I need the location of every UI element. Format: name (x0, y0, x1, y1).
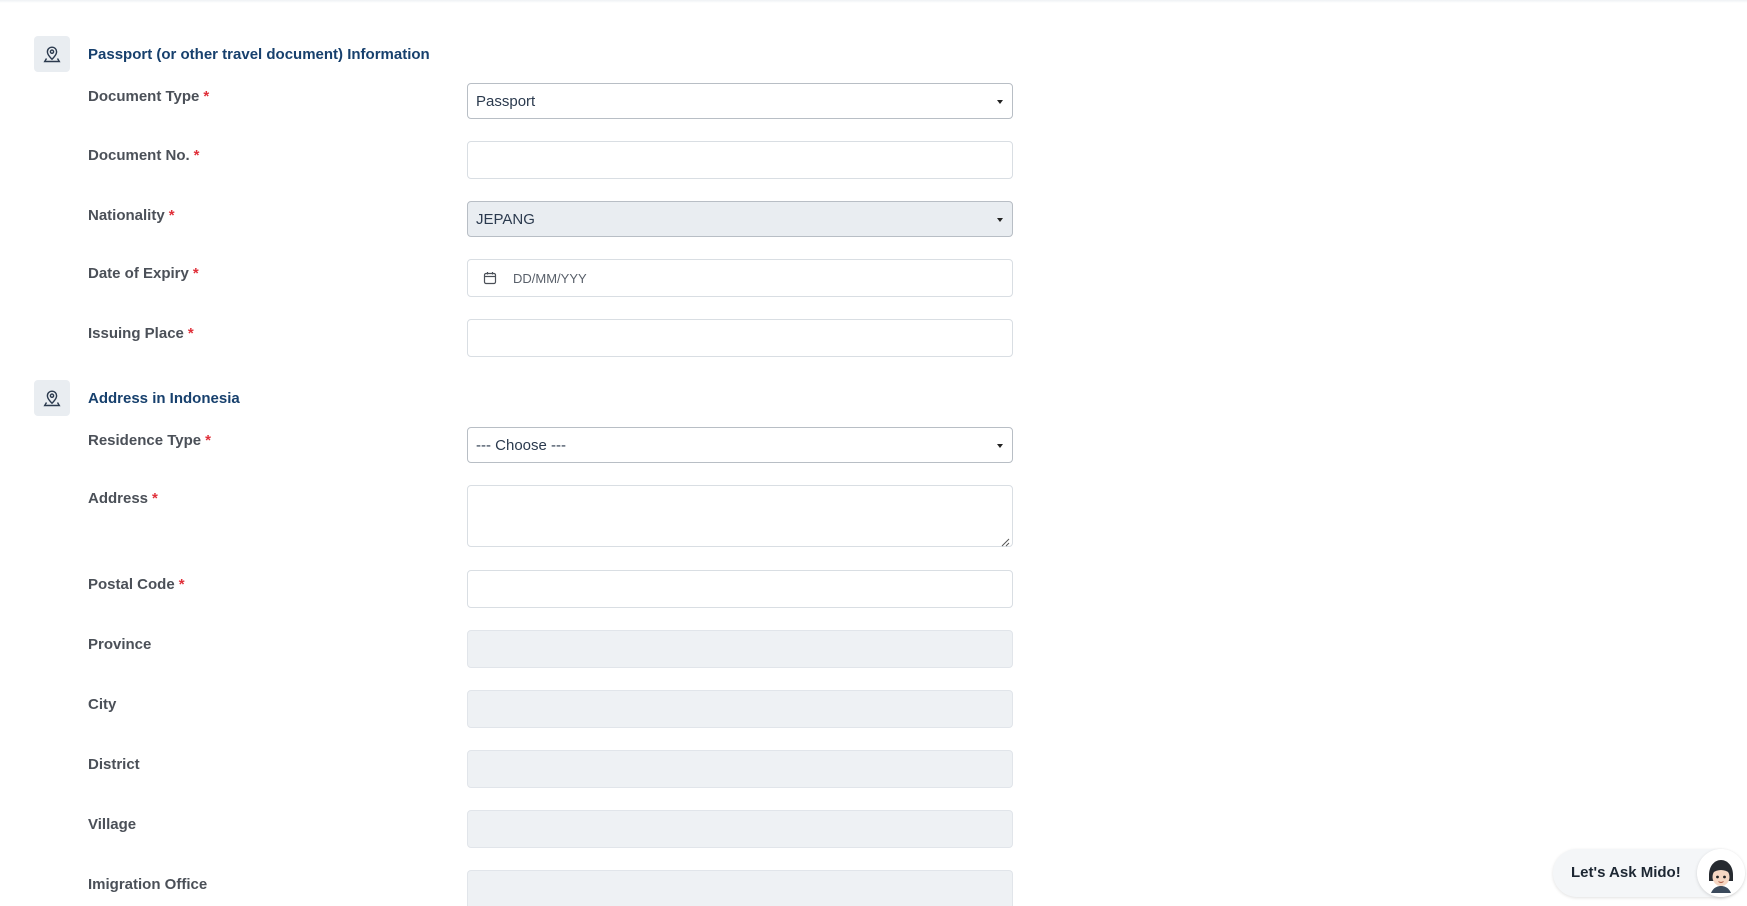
document-type-select[interactable]: Passport (467, 83, 1013, 119)
ask-mido-label: Let's Ask Mido! (1571, 864, 1681, 881)
section-passport-title: Passport (or other travel document) Info… (88, 46, 430, 63)
label-date-of-expiry: Date of Expiry * (88, 265, 199, 282)
address-textarea[interactable] (467, 485, 1013, 547)
label-postal-code: Postal Code * (88, 576, 185, 593)
caret-down-icon (997, 444, 1003, 448)
label-district: District (88, 756, 140, 773)
date-of-expiry-input[interactable]: DD/MM/YYY (467, 259, 1013, 297)
label-village: Village (88, 816, 137, 833)
label-nationality: Nationality * (88, 207, 175, 224)
document-type-value: Passport (476, 93, 536, 110)
label-address: Address * (88, 490, 158, 507)
issuing-place-input[interactable] (467, 319, 1013, 357)
date-of-expiry-placeholder: DD/MM/YYY (513, 271, 587, 286)
label-document-no: Document No. * (88, 147, 200, 164)
label-imigration-office: Imigration Office (88, 876, 208, 893)
caret-down-icon (997, 100, 1003, 104)
nationality-value: JEPANG (476, 211, 535, 228)
postal-code-input[interactable] (467, 570, 1013, 608)
ask-mido-button[interactable]: Let's Ask Mido! (1553, 849, 1745, 897)
city-input (467, 690, 1013, 728)
imigration-office-input (467, 870, 1013, 906)
label-document-type: Document Type * (88, 88, 210, 105)
label-province: Province (88, 636, 152, 653)
village-input (467, 810, 1013, 848)
caret-down-icon (997, 218, 1003, 222)
province-input (467, 630, 1013, 668)
mido-avatar-icon[interactable] (1697, 849, 1745, 897)
top-divider (0, 0, 1747, 3)
label-city: City (88, 696, 117, 713)
nationality-select[interactable]: JEPANG (467, 201, 1013, 237)
calendar-icon (483, 271, 497, 290)
resize-handle-icon[interactable] (1000, 534, 1010, 547)
location-pin-icon (34, 380, 70, 416)
location-pin-icon (34, 36, 70, 72)
district-input (467, 750, 1013, 788)
label-residence-type: Residence Type * (88, 432, 211, 449)
residence-type-select[interactable]: --- Choose --- (467, 427, 1013, 463)
document-no-input[interactable] (467, 141, 1013, 179)
label-issuing-place: Issuing Place * (88, 325, 194, 342)
residence-type-value: --- Choose --- (476, 437, 567, 454)
section-address-title: Address in Indonesia (88, 390, 240, 407)
